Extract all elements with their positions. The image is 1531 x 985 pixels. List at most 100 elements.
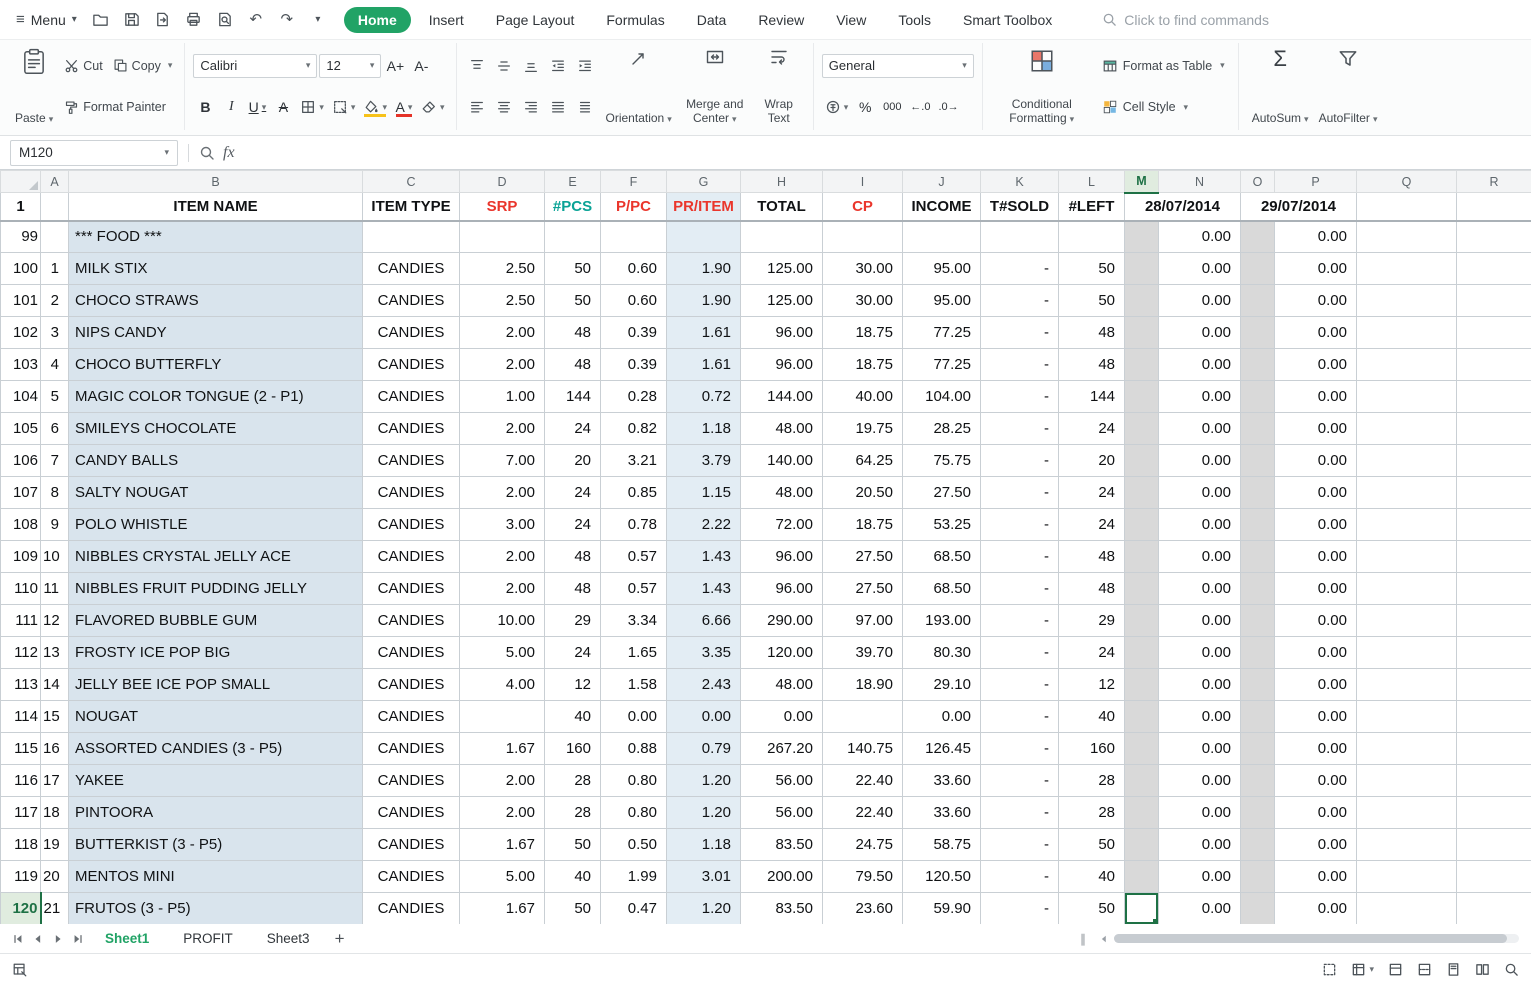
cell-B116[interactable]: YAKEE [68,764,363,797]
cell-F119[interactable]: 1.99 [600,860,667,893]
increase-decimal-button[interactable]: ←.0 [907,95,933,119]
cell-R105[interactable] [1456,412,1531,445]
side-by-side-view-button[interactable] [1475,962,1490,977]
cell-F115[interactable]: 0.88 [600,732,667,765]
column-header-H[interactable]: H [740,170,823,193]
cell-I114[interactable] [822,700,903,733]
merge-and-center-button[interactable]: Merge and Center [677,45,753,128]
cell-K107[interactable]: - [980,476,1059,509]
cell-L116[interactable]: 28 [1058,764,1125,797]
cell-D104[interactable]: 1.00 [459,380,545,413]
cell-B115[interactable]: ASSORTED CANDIES (3 - P5) [68,732,363,765]
number-format-select[interactable]: General [821,53,974,78]
comma-style-button[interactable]: 000 [879,95,905,119]
cell-A1[interactable] [40,192,69,222]
cell-C101[interactable]: CANDIES [362,284,460,317]
cell-P117[interactable]: 0.00 [1274,796,1357,829]
row-header-111[interactable]: 111 [0,604,41,637]
cell-E106[interactable]: 20 [544,444,601,477]
cell-O1[interactable]: 29/07/2014 [1240,192,1357,222]
cell-F116[interactable]: 0.80 [600,764,667,797]
cell-E110[interactable]: 48 [544,572,601,605]
cell-I119[interactable]: 79.50 [822,860,903,893]
cell-N100[interactable]: 0.00 [1158,252,1241,285]
cell-M111[interactable] [1124,604,1159,637]
cell-N113[interactable]: 0.00 [1158,668,1241,701]
cell-I120[interactable]: 23.60 [822,892,903,924]
cell-B106[interactable]: CANDY BALLS [68,444,363,477]
cell-C114[interactable]: CANDIES [362,700,460,733]
row-header-114[interactable]: 114 [0,700,41,733]
cell-I113[interactable]: 18.90 [822,668,903,701]
cell-N117[interactable]: 0.00 [1158,796,1241,829]
row-header-103[interactable]: 103 [0,348,41,381]
cell-Q115[interactable] [1356,732,1457,765]
cell-C109[interactable]: CANDIES [362,540,460,573]
cell-O105[interactable] [1240,412,1275,445]
cell-D108[interactable]: 3.00 [459,508,545,541]
screenshot-button[interactable] [1322,962,1337,977]
cell-N107[interactable]: 0.00 [1158,476,1241,509]
cell-K110[interactable]: - [980,572,1059,605]
cell-G114[interactable]: 0.00 [666,700,741,733]
align-top-button[interactable] [465,54,489,78]
cell-J115[interactable]: 126.45 [902,732,981,765]
tab-formulas[interactable]: Formulas [592,7,678,33]
cell-H116[interactable]: 56.00 [740,764,823,797]
cell-C1[interactable]: ITEM TYPE [362,192,460,222]
cell-F100[interactable]: 0.60 [600,252,667,285]
cell-M103[interactable] [1124,348,1159,381]
cell-P104[interactable]: 0.00 [1274,380,1357,413]
strikethrough-button[interactable]: A [271,95,295,119]
cell-D119[interactable]: 5.00 [459,860,545,893]
cell-A100[interactable]: 1 [40,252,69,285]
cell-M101[interactable] [1124,284,1159,317]
column-header-A[interactable]: A [40,170,69,193]
cell-O104[interactable] [1240,380,1275,413]
cell-D99[interactable] [459,220,545,253]
cell-D116[interactable]: 2.00 [459,764,545,797]
cell-G105[interactable]: 1.18 [666,412,741,445]
cell-B120[interactable]: FRUTOS (3 - P5) [68,892,363,924]
cell-J104[interactable]: 104.00 [902,380,981,413]
align-middle-button[interactable] [492,54,516,78]
cell-A118[interactable]: 19 [40,828,69,861]
cell-Q1[interactable] [1356,192,1457,222]
cell-A106[interactable]: 7 [40,444,69,477]
cell-L117[interactable]: 28 [1058,796,1125,829]
cell-E117[interactable]: 28 [544,796,601,829]
cell-C106[interactable]: CANDIES [362,444,460,477]
cell-C103[interactable]: CANDIES [362,348,460,381]
cell-B111[interactable]: FLAVORED BUBBLE GUM [68,604,363,637]
cell-N115[interactable]: 0.00 [1158,732,1241,765]
cell-F1[interactable]: P/PC [600,192,667,222]
cell-P115[interactable]: 0.00 [1274,732,1357,765]
cell-P105[interactable]: 0.00 [1274,412,1357,445]
cell-F105[interactable]: 0.82 [600,412,667,445]
decrease-indent-button[interactable] [546,54,570,78]
row-header-115[interactable]: 115 [0,732,41,765]
print-button[interactable] [184,10,204,30]
cell-I115[interactable]: 140.75 [822,732,903,765]
cell-A119[interactable]: 20 [40,860,69,893]
cell-H118[interactable]: 83.50 [740,828,823,861]
export-button[interactable] [153,10,173,30]
selection-mode-button[interactable] [12,962,28,978]
cell-B119[interactable]: MENTOS MINI [68,860,363,893]
add-sheet-button[interactable]: + [327,929,353,949]
cell-E118[interactable]: 50 [544,828,601,861]
cell-R112[interactable] [1456,636,1531,669]
cell-L105[interactable]: 24 [1058,412,1125,445]
cell-Q99[interactable] [1356,220,1457,253]
cell-K113[interactable]: - [980,668,1059,701]
cell-L104[interactable]: 144 [1058,380,1125,413]
cell-O112[interactable] [1240,636,1275,669]
row-header-120[interactable]: 120 [0,892,42,924]
cell-E100[interactable]: 50 [544,252,601,285]
cell-P109[interactable]: 0.00 [1274,540,1357,573]
cell-C120[interactable]: CANDIES [362,892,460,924]
cell-L118[interactable]: 50 [1058,828,1125,861]
cell-J106[interactable]: 75.75 [902,444,981,477]
cell-F107[interactable]: 0.85 [600,476,667,509]
undo-button[interactable]: ↶ [246,10,266,30]
